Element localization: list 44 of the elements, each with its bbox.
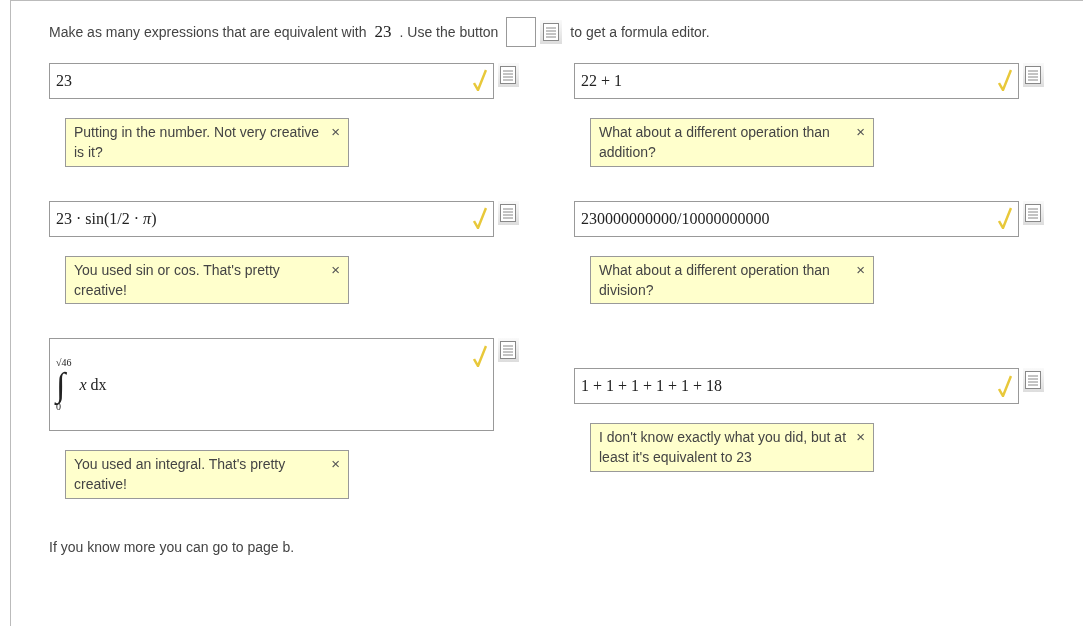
expression-text: 23 <box>56 71 72 91</box>
feedback-text: I don't know exactly what you did, but at least it's equivalent to 23 <box>599 428 847 468</box>
expression-text: 23 · sin(1/2 · π) <box>56 208 157 230</box>
number-text: 23 <box>374 21 392 44</box>
upper-limit: √46 <box>56 357 72 368</box>
answer-field[interactable]: 230000000000/10000000000 <box>574 200 1019 237</box>
answer-field[interactable]: 23 · sin(1/2 · π) <box>49 200 494 237</box>
feedback-text: You used sin or cos. That's pretty creative! <box>74 260 281 300</box>
expression-text: 1 + 1 + 1 + 1 + 1 + 18 <box>581 376 723 397</box>
list-icon <box>500 66 517 84</box>
instruction-text: to get a formula editor. <box>570 22 710 42</box>
close-button[interactable]: × <box>856 261 865 301</box>
instruction-text: Make as many expressions that are equivalent with <box>49 22 367 42</box>
formula-editor-button[interactable] <box>540 20 563 44</box>
footer-text: If you know more you can go to page b. <box>49 537 296 557</box>
formula-editor-button[interactable] <box>498 338 519 363</box>
formula-editor-button[interactable] <box>1023 200 1044 225</box>
close-button[interactable]: × <box>331 261 340 301</box>
answer-field[interactable]: 22 + 1 <box>574 63 1019 99</box>
expression-text: 22 + 1 <box>581 71 623 91</box>
feedback-text: What about a different operation than division? <box>599 260 831 300</box>
close-button[interactable]: × <box>331 124 340 163</box>
list-icon <box>1025 66 1042 84</box>
list-icon <box>500 341 517 360</box>
answer-field[interactable]: 23 <box>49 63 494 99</box>
feedback-text: You used an integral. That's pretty creative! <box>74 455 287 495</box>
formula-editor-button[interactable] <box>1023 63 1044 87</box>
list-icon <box>1025 203 1042 222</box>
feedback-text: What about a different operation than addition? <box>599 123 831 163</box>
list-icon <box>1025 371 1042 390</box>
list-icon <box>543 23 560 41</box>
instruction-text: . Use the button <box>399 22 499 42</box>
empty-field <box>506 17 537 47</box>
feedback-text: Putting in the number. Not very creative is it? <box>74 123 321 163</box>
formula-editor-button[interactable] <box>498 63 519 87</box>
expression-text: x dx <box>79 374 107 395</box>
expression-text: 230000000000/10000000000 <box>581 208 770 229</box>
close-button[interactable]: × <box>856 429 865 468</box>
list-icon <box>500 203 517 222</box>
close-button[interactable]: × <box>856 124 865 163</box>
formula-editor-button[interactable] <box>498 200 519 225</box>
answer-field[interactable]: 1 + 1 + 1 + 1 + 1 + 18 <box>574 368 1019 405</box>
formula-editor-button[interactable] <box>1023 368 1044 393</box>
close-button[interactable]: × <box>331 456 340 495</box>
